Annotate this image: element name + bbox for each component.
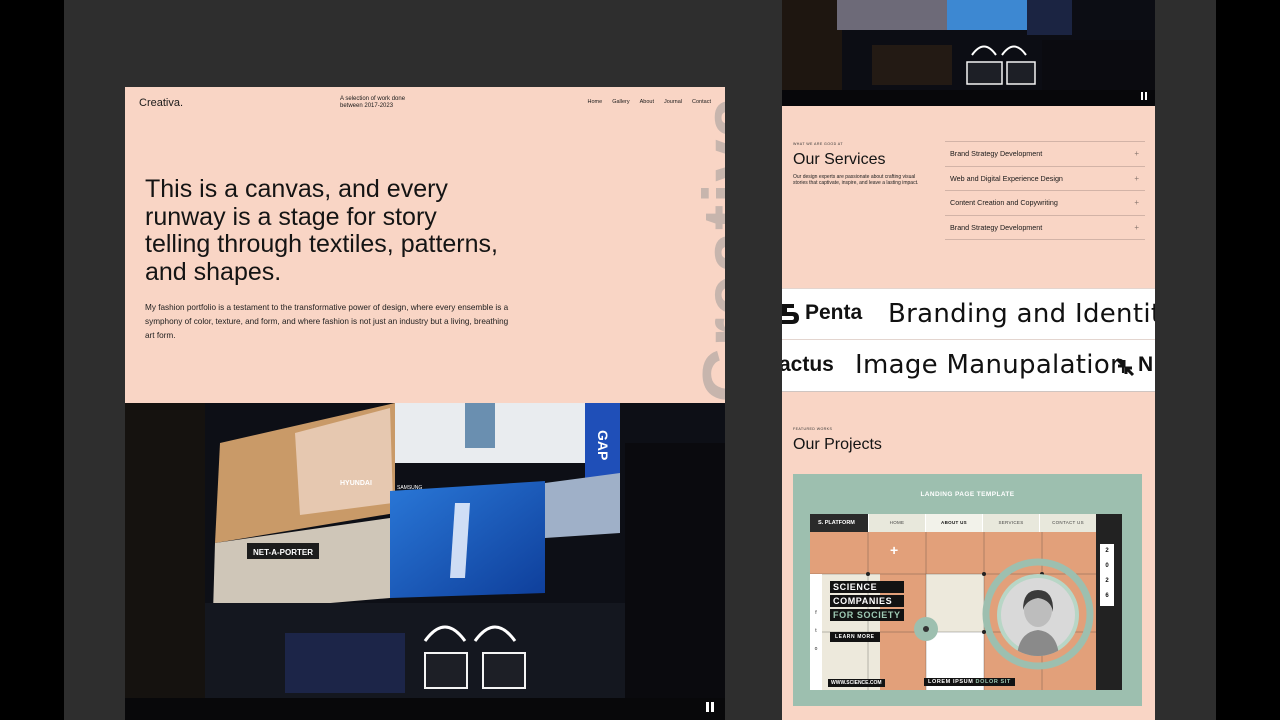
template-logo: S. PLATFORM: [810, 514, 868, 532]
hero-headline: This is a canvas, and every runway is a …: [145, 175, 498, 286]
projects-eyebrow: FEATURED WORKS: [793, 427, 833, 431]
marquee-text-image: Image Manupalation: [855, 350, 1127, 380]
service-item-brand-strategy-2[interactable]: Brand Strategy Development +: [945, 216, 1145, 240]
tagline-line-2: between 2017-2023: [340, 103, 394, 109]
vertical-brand-text: Creativa: [688, 95, 725, 403]
hero-intro: My fashion portfolio is a testament to t…: [145, 303, 509, 340]
template-nav-about: ABOUT US: [925, 514, 982, 532]
billboard-hyundai: HYUNDAI: [340, 480, 372, 487]
twitter-icon: t: [815, 628, 817, 634]
nav-journal[interactable]: Journal: [664, 99, 682, 105]
template-learn-more-button: LEARN MORE: [830, 632, 880, 642]
marquee-row-1: Penta Branding and Identity: [782, 288, 1155, 340]
plus-icon: +: [1134, 149, 1139, 159]
billboard-gap-text: GAP: [595, 430, 611, 460]
template-headline: SCIENCE COMPANIES FOR SOCIETY: [830, 581, 904, 621]
penta-logo-icon: [782, 304, 799, 324]
project-card-label: LANDING PAGE TEMPLATE: [920, 491, 1015, 498]
template-nav: HOME ABOUT US SERVICES CONTACT US: [868, 514, 1096, 532]
facebook-icon: f: [815, 610, 817, 616]
video-pause-button-small[interactable]: [1139, 92, 1149, 102]
services-title: Our Services: [793, 151, 886, 168]
template-preview: S. PLATFORM HOME ABOUT US SERVICES CONTA…: [810, 514, 1122, 690]
billboard-net-a-porter: NET-A-PORTER: [253, 548, 313, 557]
template-portrait: [997, 574, 1079, 656]
service-item-web-digital[interactable]: Web and Digital Experience Design +: [945, 167, 1145, 191]
projects-title: Our Projects: [793, 436, 882, 453]
services-eyebrow: WHAT WE ARE GOOD AT: [793, 142, 843, 146]
pause-icon: [1141, 92, 1143, 100]
arrows-logo-icon: [1115, 357, 1135, 377]
person-portrait-icon: [1001, 578, 1075, 656]
nav-about[interactable]: About: [640, 99, 654, 105]
video-pause-button[interactable]: [703, 700, 717, 714]
service-item-content-creation[interactable]: Content Creation and Copywriting +: [945, 191, 1145, 216]
tagline-line-1: A selection of work done: [340, 96, 406, 102]
plus-icon: +: [1134, 198, 1139, 208]
building-night-photo: [782, 0, 1155, 106]
nav-home[interactable]: Home: [588, 99, 603, 105]
template-nav-services: SERVICES: [982, 514, 1039, 532]
marquee-brand-cactus: actus: [782, 353, 834, 376]
billboard-samsung: SAMSUNG: [397, 485, 422, 491]
service-label: Brand Strategy Development: [950, 222, 1043, 232]
marquee-brand-penta: Penta: [805, 301, 863, 324]
template-year: 2 0 2 6: [1100, 544, 1114, 606]
site-logo[interactable]: Creativa.: [139, 97, 183, 109]
instagram-icon: o: [814, 646, 818, 652]
services-accordion: Brand Strategy Development + Web and Dig…: [945, 141, 1145, 240]
template-nav-contact: CONTACT US: [1039, 514, 1096, 532]
marquee-row-2: actus Image Manupalation N: [782, 340, 1155, 392]
plus-icon: +: [1134, 173, 1139, 183]
service-label: Content Creation and Copywriting: [950, 198, 1058, 208]
services-description: Our design experts are passionate about …: [793, 174, 919, 186]
plus-icon: +: [1134, 222, 1139, 232]
night-billboard-photo: NET-A-PORTER HYUNDAI SAMSUNG GAP: [125, 403, 725, 720]
template-nav-home: HOME: [868, 514, 925, 532]
service-label: Web and Digital Experience Design: [950, 173, 1063, 183]
project-card-landing-template[interactable]: LANDING PAGE TEMPLATE S. PLATFORM HOME A…: [793, 474, 1142, 706]
nav-gallery[interactable]: Gallery: [612, 99, 629, 105]
template-plus-icon: +: [890, 542, 899, 558]
portfolio-mockup-right: WHAT WE ARE GOOD AT Our Services Our des…: [782, 0, 1155, 720]
template-social-column: f t o: [810, 574, 822, 690]
pause-icon: [706, 702, 709, 712]
service-label: Brand Strategy Development: [950, 149, 1043, 159]
building-scene: [782, 0, 1155, 106]
billboard-scene: NET-A-PORTER HYUNDAI SAMSUNG GAP: [125, 403, 725, 720]
marquee-trailing-letter: N: [1138, 353, 1154, 376]
service-item-brand-strategy[interactable]: Brand Strategy Development +: [945, 142, 1145, 167]
site-tagline: A selection of work done between 2017-20…: [340, 96, 430, 110]
marquee-text-branding: Branding and Identity: [888, 299, 1155, 329]
template-url: WWW.SCIENCE.COM: [828, 679, 885, 687]
portfolio-mockup-left: Creativa. A selection of work done betwe…: [125, 87, 725, 720]
template-lorem-bar: LOREM IPSUM DOLOR SIT: [924, 678, 1015, 686]
hero-section: Creativa. A selection of work done betwe…: [125, 87, 725, 403]
